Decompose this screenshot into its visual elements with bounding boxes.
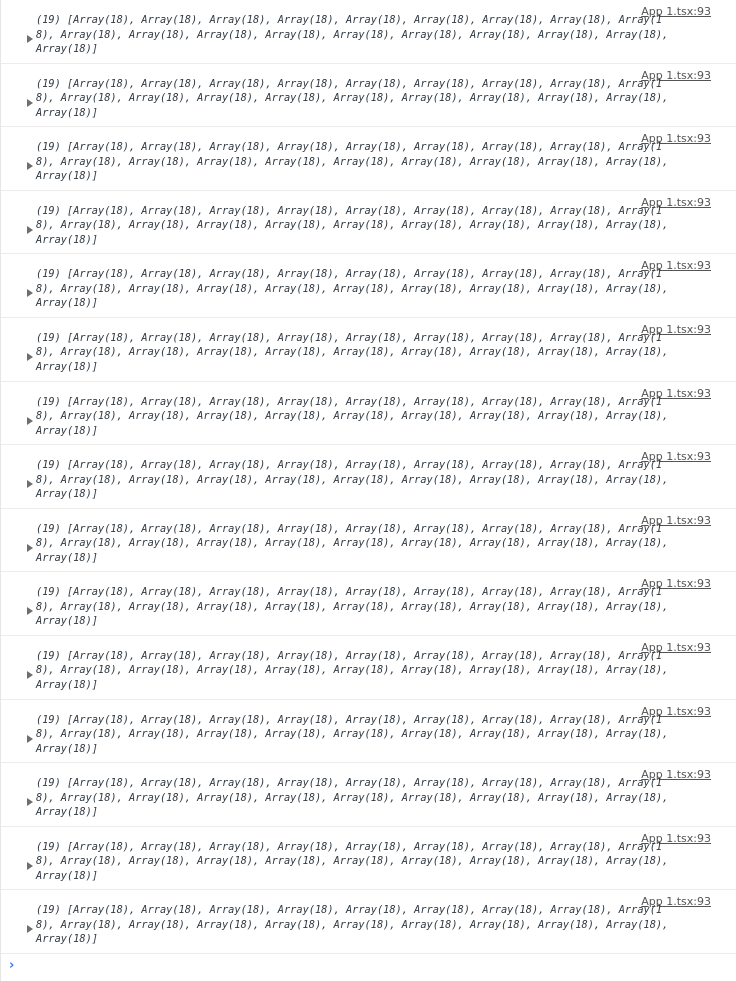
expand-arrow-icon[interactable] <box>27 225 33 234</box>
expand-arrow-icon[interactable] <box>27 162 33 171</box>
message-text-line: (19) [Array(18), Array(18), Array(18), A… <box>36 777 663 790</box>
expand-arrow-icon[interactable] <box>27 670 33 679</box>
console-panel: App 1.tsx:93 (19) [Array(18), Array(18),… <box>0 0 736 981</box>
message-text-line: Array(18)] <box>36 615 98 628</box>
console-message: App 1.tsx:93 (19) [Array(18), Array(18),… <box>1 254 736 318</box>
message-text-line: Array(18)] <box>36 488 98 501</box>
expand-arrow-icon[interactable] <box>27 352 33 361</box>
message-text-line: Array(18)] <box>36 742 98 755</box>
message-text-line: Array(18)] <box>36 551 98 564</box>
expand-arrow-icon[interactable] <box>27 798 33 807</box>
console-message: App 1.tsx:93 (19) [Array(18), Array(18),… <box>1 890 736 954</box>
message-text-line: (19) [Array(18), Array(18), Array(18), A… <box>36 649 663 662</box>
console-prompt-icon: › <box>9 958 15 973</box>
message-text-line: (19) [Array(18), Array(18), Array(18), A… <box>36 77 663 90</box>
console-message: App 1.tsx:93 (19) [Array(18), Array(18),… <box>1 827 736 891</box>
message-text-line: Array(18)] <box>36 233 98 246</box>
expand-arrow-icon[interactable] <box>27 861 33 870</box>
expand-arrow-icon[interactable] <box>27 543 33 552</box>
message-text-line: 8), Array(18), Array(18), Array(18), Arr… <box>36 282 669 295</box>
message-text-line: Array(18)] <box>36 43 98 55</box>
message-text-line: 8), Array(18), Array(18), Array(18), Arr… <box>36 600 669 613</box>
message-text-line: (19) [Array(18), Array(18), Array(18), A… <box>36 204 663 217</box>
message-text-line: 8), Array(18), Array(18), Array(18), Arr… <box>36 346 669 359</box>
console-input[interactable] <box>23 956 727 976</box>
console-message: App 1.tsx:93 (19) [Array(18), Array(18),… <box>1 0 736 64</box>
console-message: App 1.tsx:93 (19) [Array(18), Array(18),… <box>1 382 736 446</box>
message-text-line: 8), Array(18), Array(18), Array(18), Arr… <box>36 664 669 677</box>
console-message: App 1.tsx:93 (19) [Array(18), Array(18),… <box>1 700 736 764</box>
message-text-line: 8), Array(18), Array(18), Array(18), Arr… <box>36 918 669 931</box>
message-text-line: 8), Array(18), Array(18), Array(18), Arr… <box>36 791 669 804</box>
message-text-line: (19) [Array(18), Array(18), Array(18), A… <box>36 141 663 154</box>
message-text-line: 8), Array(18), Array(18), Array(18), Arr… <box>36 537 669 550</box>
message-text-line: Array(18)] <box>36 360 98 373</box>
message-text-line: 8), Array(18), Array(18), Array(18), Arr… <box>36 155 669 168</box>
expand-arrow-icon[interactable] <box>27 289 33 298</box>
expand-arrow-icon[interactable] <box>27 734 33 743</box>
console-message: App 1.tsx:93 (19) [Array(18), Array(18),… <box>1 191 736 255</box>
message-text-line: Array(18)] <box>36 106 98 119</box>
message-text-line: (19) [Array(18), Array(18), Array(18), A… <box>36 14 663 26</box>
message-text-line: Array(18)] <box>36 678 98 691</box>
message-text-line: (19) [Array(18), Array(18), Array(18), A… <box>36 268 663 281</box>
message-text-line: (19) [Array(18), Array(18), Array(18), A… <box>36 586 663 599</box>
expand-arrow-icon[interactable] <box>27 35 33 43</box>
message-text-line: (19) [Array(18), Array(18), Array(18), A… <box>36 713 663 726</box>
message-text-line: 8), Array(18), Array(18), Array(18), Arr… <box>36 728 669 741</box>
console-message: App 1.tsx:93 (19) [Array(18), Array(18),… <box>1 64 736 128</box>
message-text-line: (19) [Array(18), Array(18), Array(18), A… <box>36 395 663 408</box>
message-text-line: Array(18)] <box>36 806 98 819</box>
message-text-line: 8), Array(18), Array(18), Array(18), Arr… <box>36 219 669 232</box>
message-text-line: 8), Array(18), Array(18), Array(18), Arr… <box>36 855 669 868</box>
expand-arrow-icon[interactable] <box>27 416 33 425</box>
message-text-line: Array(18)] <box>36 297 98 310</box>
message-text-line: (19) [Array(18), Array(18), Array(18), A… <box>36 840 663 853</box>
expand-arrow-icon[interactable] <box>27 925 33 934</box>
message-text-line: (19) [Array(18), Array(18), Array(18), A… <box>36 904 663 917</box>
console-message: App 1.tsx:93 (19) [Array(18), Array(18),… <box>1 445 736 509</box>
console-message: App 1.tsx:93 (19) [Array(18), Array(18),… <box>1 509 736 573</box>
expand-arrow-icon[interactable] <box>27 98 33 107</box>
message-text-line: 8), Array(18), Array(18), Array(18), Arr… <box>36 28 669 41</box>
message-text-line: (19) [Array(18), Array(18), Array(18), A… <box>36 522 663 535</box>
message-text-line: Array(18)] <box>36 170 98 183</box>
message-text-line: 8), Array(18), Array(18), Array(18), Arr… <box>36 410 669 423</box>
console-message: App 1.tsx:93 (19) [Array(18), Array(18),… <box>1 318 736 382</box>
expand-arrow-icon[interactable] <box>27 607 33 616</box>
message-text-line: 8), Array(18), Array(18), Array(18), Arr… <box>36 92 669 105</box>
message-text-line: Array(18)] <box>36 933 98 946</box>
console-message: App 1.tsx:93 (19) [Array(18), Array(18),… <box>1 636 736 700</box>
console-message: App 1.tsx:93 (19) [Array(18), Array(18),… <box>1 572 736 636</box>
message-text-line: Array(18)] <box>36 869 98 882</box>
expand-arrow-icon[interactable] <box>27 480 33 489</box>
message-text-line: (19) [Array(18), Array(18), Array(18), A… <box>36 459 663 472</box>
message-text-line: 8), Array(18), Array(18), Array(18), Arr… <box>36 473 669 486</box>
console-message: App 1.tsx:93 (19) [Array(18), Array(18),… <box>1 127 736 191</box>
console-message: App 1.tsx:93 (19) [Array(18), Array(18),… <box>1 763 736 827</box>
message-text-line: Array(18)] <box>36 424 98 437</box>
message-text-line: (19) [Array(18), Array(18), Array(18), A… <box>36 331 663 344</box>
